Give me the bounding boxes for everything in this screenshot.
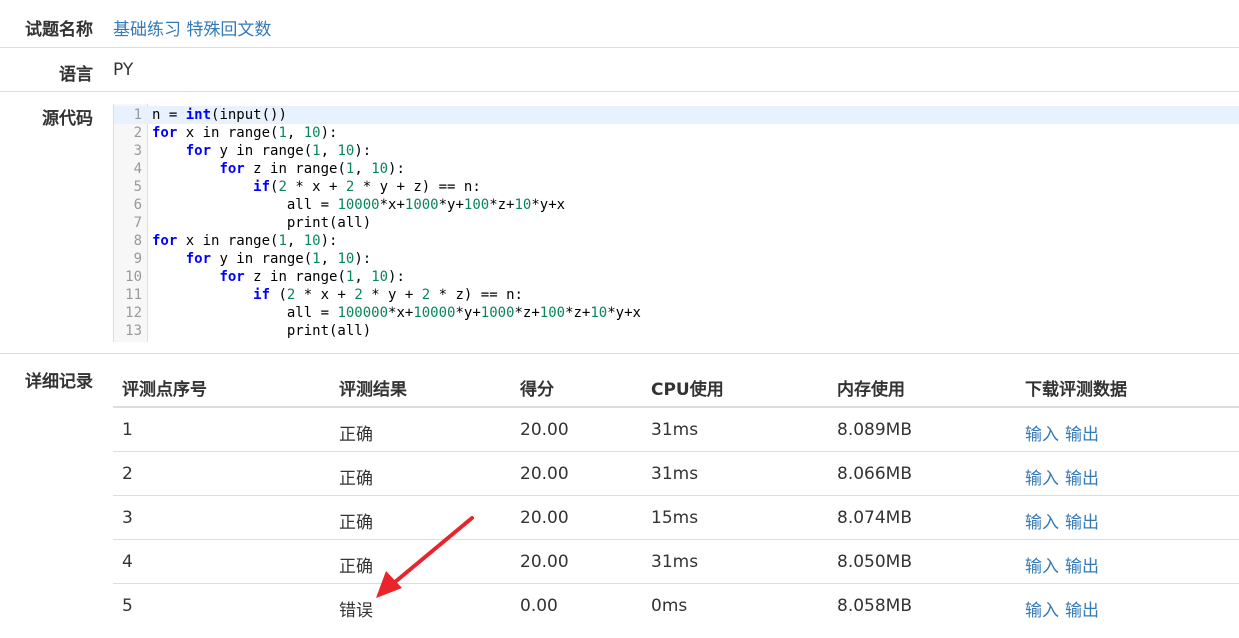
problem-name-link[interactable]: 基础练习 特殊回文数 [113,15,271,40]
table-cell-result: 正确 [339,557,373,577]
column-header: 下载评测数据 [1025,380,1127,400]
download-output-link[interactable]: 输出 [1065,420,1099,445]
code-editor[interactable]: 1 n = int(input()) 2 for x in range(1, 10):… [113,104,1239,342]
table-cell-mem: 8.066MB [837,464,912,484]
download-input-link[interactable]: 输入 [1025,420,1059,445]
code-line: 6 all = 10000*x+1000*y+100*z+10*y+x [114,196,1239,214]
code-line: 2 for x in range(1, 10): [114,124,1239,142]
column-header: 评测结果 [339,380,407,400]
table-cell-mem: 8.089MB [837,420,912,440]
code-text: all = 100000*x+10000*y+1000*z+100*z+10*y… [152,305,641,321]
language-value: PY [113,60,134,80]
code-text: if(2 * x + 2 * y + z) == n: [253,179,481,195]
table-cell-id: 3 [122,508,133,528]
code-line: 1 n = int(input()) [114,106,1239,124]
code-text: print(all) [152,215,372,231]
table-cell-mem: 8.058MB [837,596,912,616]
line-number: 11 [125,287,142,303]
code-line: 9 for y in range(1, 10): [114,250,1239,268]
download-input-link[interactable]: 输入 [1025,464,1059,489]
table-cell-cpu: 0ms [651,596,688,616]
source-code-label: 源代码 [42,109,93,129]
language-label: 语言 [59,65,93,85]
table-cell-id: 5 [122,596,133,616]
table-cell-score: 20.00 [520,464,569,484]
code-text: all = 10000*x+1000*y+100*z+10*y+x [152,197,566,213]
table-cell-id: 4 [122,552,133,572]
table-cell-result: 正确 [339,469,373,489]
download-input-link[interactable]: 输入 [1025,552,1059,577]
table-row-divider [113,495,1239,496]
line-number: 8 [133,233,142,249]
problem-name-label: 试题名称 [25,20,93,40]
column-header: 得分 [520,380,554,400]
line-number: 12 [125,305,142,321]
line-number: 5 [133,179,142,195]
code-line: 13 print(all) [114,322,1239,340]
download-output-link[interactable]: 输出 [1065,508,1099,533]
table-cell-cpu: 31ms [651,420,699,440]
code-text: for z in range(1, 10): [219,161,405,177]
download-output-link[interactable]: 输出 [1065,552,1099,577]
table-cell-score: 20.00 [520,552,569,572]
table-cell-mem: 8.050MB [837,552,912,572]
line-number: 2 [133,125,142,141]
table-cell-score: 0.00 [520,596,558,616]
table-cell-score: 20.00 [520,420,569,440]
line-number: 6 [133,197,142,213]
table-row-divider [113,539,1239,540]
download-input-link[interactable]: 输入 [1025,596,1059,621]
table-cell-cpu: 31ms [651,552,699,572]
column-header: 评测点序号 [122,380,207,400]
code-text: for y in range(1, 10): [185,143,372,159]
code-text: n = int(input()) [152,107,287,123]
column-header: 内存使用 [837,380,905,400]
table-cell-id: 2 [122,464,133,484]
table-row-divider [113,583,1239,584]
line-number: 13 [125,323,142,339]
column-header: CPU使用 [651,380,724,400]
line-number: 3 [133,143,142,159]
code-line: 7 print(all) [114,214,1239,232]
problem-name-row: 试题名称 基础练习 特殊回文数 [0,0,1239,48]
details-label: 详细记录 [25,372,93,392]
download-output-link[interactable]: 输出 [1065,596,1099,621]
table-cell-result: 正确 [339,425,373,445]
code-line: 11 if (2 * x + 2 * y + 2 * z) == n: [114,286,1239,304]
language-row: 语言 PY [0,48,1239,92]
line-number: 10 [125,269,142,285]
code-text: print(all) [152,323,372,339]
code-line: 5 if(2 * x + 2 * y + z) == n: [114,178,1239,196]
table-cell-cpu: 15ms [651,508,699,528]
table-cell-result: 错误 [339,601,373,621]
code-line: 12 all = 100000*x+10000*y+1000*z+100*z+1… [114,304,1239,322]
table-cell-id: 1 [122,420,133,440]
line-number: 9 [133,251,142,267]
download-output-link[interactable]: 输出 [1065,464,1099,489]
code-line: 10 for z in range(1, 10): [114,268,1239,286]
download-input-link[interactable]: 输入 [1025,508,1059,533]
table-cell-mem: 8.074MB [837,508,912,528]
code-line: 8 for x in range(1, 10): [114,232,1239,250]
code-text: for x in range(1, 10): [152,233,338,249]
table-row-divider [113,451,1239,452]
code-line: 3 for y in range(1, 10): [114,142,1239,160]
code-text: for z in range(1, 10): [219,269,405,285]
code-text: if (2 * x + 2 * y + 2 * z) == n: [253,287,523,303]
table-cell-cpu: 31ms [651,464,699,484]
line-number: 7 [133,215,142,231]
line-number: 1 [133,107,142,123]
table-cell-score: 20.00 [520,508,569,528]
code-line: 4 for z in range(1, 10): [114,160,1239,178]
code-text: for x in range(1, 10): [152,125,338,141]
table-cell-result: 正确 [339,513,373,533]
line-number: 4 [133,161,142,177]
table-header-divider [113,406,1239,408]
code-text: for y in range(1, 10): [185,251,372,267]
